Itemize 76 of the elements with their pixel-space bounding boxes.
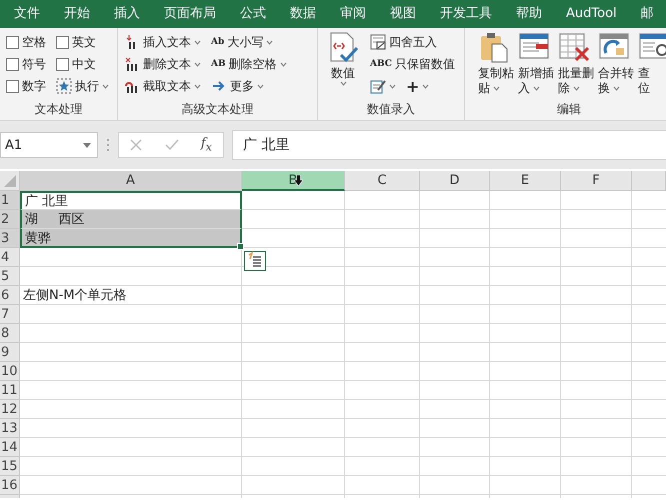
column-header[interactable]: C [345,171,420,191]
delete-text-icon [124,56,140,72]
row-header[interactable]: 10 [0,362,20,381]
formula-field[interactable]: 广 北里 [232,130,666,160]
row-header[interactable]: 14 [0,438,20,457]
column-header[interactable]: E [490,171,561,191]
menu-tab[interactable]: 插入 [102,0,152,28]
row-header[interactable]: 16 [0,476,20,495]
row-header[interactable]: 7 [0,305,20,324]
menu-tab[interactable]: 文件 [2,0,52,28]
flash-fill-icon[interactable] [244,251,266,271]
row-header[interactable]: 12 [0,400,20,419]
star-icon [56,78,72,94]
menu-tab[interactable]: 页面布局 [152,0,228,28]
column-header[interactable]: A [20,171,242,191]
table-icon [370,34,386,50]
ribbon-button[interactable]: 执行 [54,76,111,96]
checkbox[interactable]: 空格 [4,32,48,52]
menu-tab[interactable]: 帮助 [504,0,554,28]
checkbox[interactable]: 英文 [54,32,111,52]
checkbox[interactable]: 中文 [54,54,111,74]
menu-tab[interactable]: 数据 [278,0,328,28]
row-header[interactable]: 8 [0,324,20,343]
checkbox[interactable]: 符号 [4,54,48,74]
ribbon-button[interactable]: 新增插 入 [516,31,556,100]
menu-tab[interactable]: AudTool [554,0,629,28]
ribbon-button[interactable]: ABC 只保留数值 [368,54,457,74]
ribbon-button[interactable]: AB 删除空格 [209,54,289,74]
ribbon-button[interactable]: 批量删 除 [556,31,596,100]
table-cell: 黄骅 [20,229,242,248]
group-label: 文本处理 [34,101,84,118]
delete-table-icon [558,31,590,63]
dropdown-icon [83,142,91,148]
row-header[interactable]: 6 [0,286,20,305]
row-header[interactable]: 1 [0,191,20,210]
name-box[interactable]: A1 [0,132,98,158]
row-header[interactable]: 5 [0,267,20,286]
row-header[interactable]: 11 [0,381,20,400]
cursor-icon [294,175,303,186]
row-header[interactable]: 4 [0,248,20,267]
row-header[interactable]: 9 [0,343,20,362]
column-header[interactable]: D [420,171,490,191]
ribbon-button[interactable]: 合并转 换 [596,31,636,100]
fill-handle[interactable] [237,243,244,250]
menu-tab[interactable]: 邮 [628,0,666,28]
menu-tab[interactable]: 开发工具 [428,0,504,28]
table-cell: 湖 西区 [20,210,242,229]
column-header[interactable]: F [561,171,632,191]
ribbon-button[interactable]: 查 位 [636,31,666,100]
group-label: 高级文本处理 [180,101,254,118]
group-label: 数值录入 [366,101,416,118]
row-header[interactable]: 15 [0,457,20,476]
row-header[interactable]: 13 [0,419,20,438]
ribbon-button[interactable]: 更多 [209,76,289,96]
table-cell: 左侧N-M个单元格 [20,286,242,305]
row-header[interactable]: 2 [0,210,20,229]
checkbox[interactable]: 数字 [4,76,48,96]
insert-function-button[interactable]: f$_{x}$ [200,136,212,154]
row-header[interactable]: 3 [0,229,20,248]
ribbon-button[interactable]: 删除文本 [122,54,203,74]
ribbon-button[interactable]: + [404,76,432,96]
menu-tab[interactable]: 视图 [378,0,428,28]
group-label: 编辑 [556,101,582,118]
select-all-icon [2,174,16,188]
ribbon-button[interactable]: 插入文本 [122,32,203,52]
menu-tab[interactable]: 审阅 [328,0,378,28]
menu-tab[interactable]: 公式 [228,0,278,28]
ribbon-button[interactable]: 截取文本 [122,76,203,96]
ribbon-button[interactable]: 四舍五入 [368,32,457,52]
clipboard-icon [478,31,510,63]
pencil-icon [370,78,386,94]
ribbon-button[interactable]: Ab 大小写 [209,32,289,52]
menu-tab[interactable]: 开始 [52,0,102,28]
ribbon-button[interactable]: 复制粘 贴 [476,31,516,100]
grip-icon [106,138,110,152]
ribbon-button[interactable]: 数值 [322,31,364,100]
